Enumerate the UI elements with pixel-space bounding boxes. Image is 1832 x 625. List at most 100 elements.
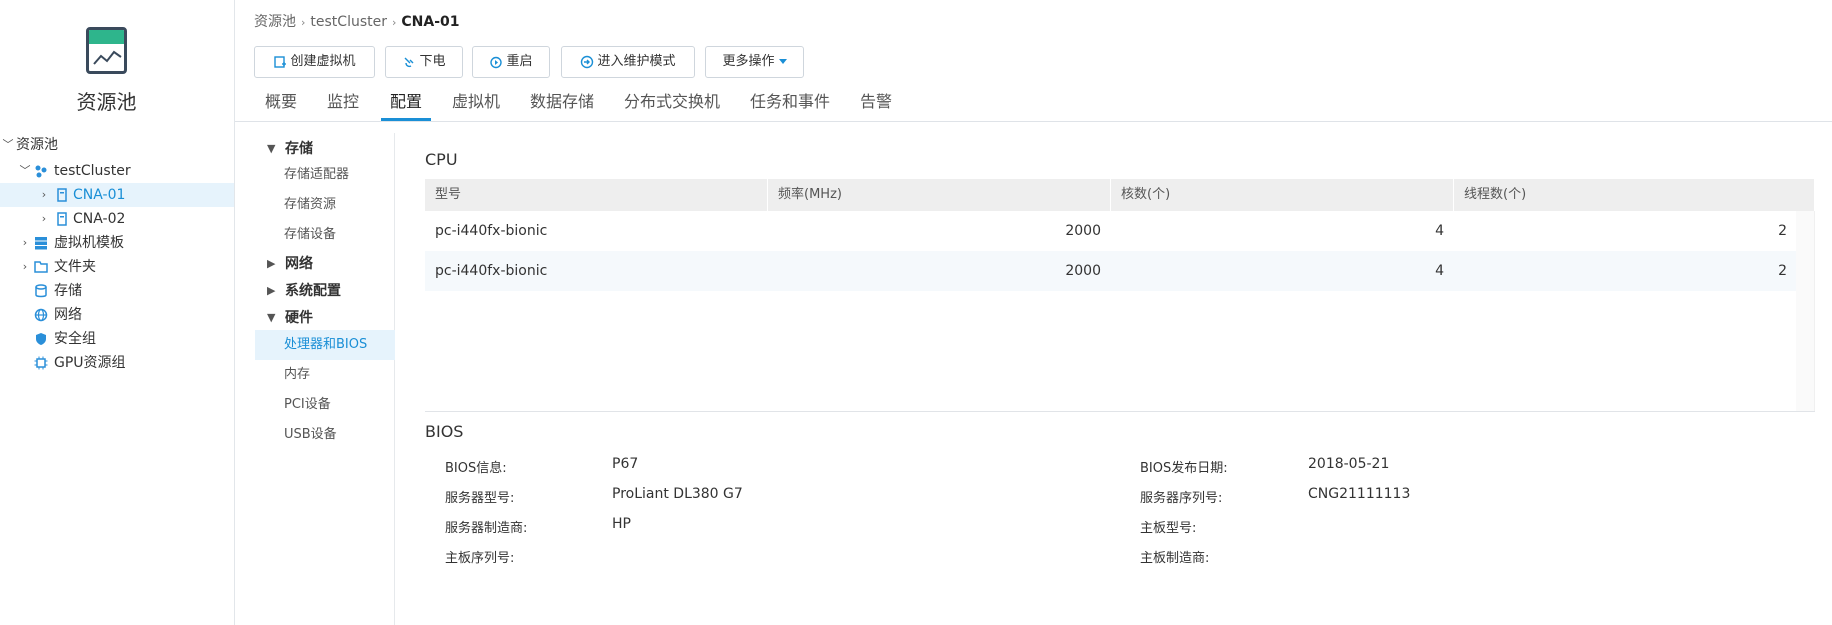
chevron-down-icon[interactable]: ﹀	[2, 133, 14, 157]
server-vendor-label: 服务器制造商:	[445, 521, 528, 536]
tab-dvswitch[interactable]: 分布式交换机	[622, 89, 722, 121]
host-icon	[57, 212, 67, 226]
subnav-item-usb[interactable]: USB设备	[255, 420, 395, 450]
breadcrumb-testcluster[interactable]: testCluster	[310, 14, 387, 30]
breadcrumb-separator-icon: ›	[301, 16, 306, 29]
board-model-label: 主板型号:	[1140, 521, 1197, 536]
tree-item-network[interactable]: 网络	[0, 303, 234, 327]
power-off-label: 下电	[419, 54, 446, 69]
table-row[interactable]: pc-i440fx-bionic 2000 4 2	[425, 251, 1797, 291]
chevron-right-icon[interactable]: ›	[38, 207, 50, 231]
subnav-group-storage[interactable]: ▼ 存储	[255, 137, 395, 161]
board-serial-label: 主板序列号:	[445, 551, 515, 566]
tab-datastores[interactable]: 数据存储	[528, 89, 596, 121]
subnav-group-label: 系统配置	[285, 283, 341, 299]
restart-label: 重启	[506, 54, 533, 69]
column-header-cores[interactable]: 核数(个)	[1111, 179, 1454, 211]
tree-item-vm-templates[interactable]: › 虚拟机模板	[0, 231, 234, 255]
storage-icon	[35, 284, 47, 298]
caret-down-icon	[778, 59, 787, 64]
restart-button[interactable]: 重启	[472, 46, 550, 78]
tab-monitor[interactable]: 监控	[326, 89, 360, 121]
column-header-frequency[interactable]: 频率(MHz)	[768, 179, 1111, 211]
tree-item-cna-01[interactable]: › CNA-01	[0, 183, 234, 207]
server-serial-value: CNG21111113	[1308, 486, 1411, 502]
triangle-right-icon[interactable]: ▶	[267, 252, 275, 276]
create-vm-label: 创建虚拟机	[290, 54, 356, 69]
subnav-item-storage-device[interactable]: 存储设备	[255, 220, 395, 250]
subnav-item-cpu-bios[interactable]: 处理器和BIOS	[255, 330, 395, 360]
bios-info-value: P67	[612, 456, 639, 472]
gpu-icon	[34, 356, 48, 370]
column-header-model[interactable]: 型号	[425, 179, 768, 211]
tree-item-testcluster[interactable]: ﹀ testCluster	[0, 159, 234, 183]
create-vm-icon	[274, 55, 287, 68]
resource-pool-sidebar: 资源池 ﹀ 资源池 ﹀ testCluster › CNA-01 › CNA-0…	[0, 0, 235, 625]
triangle-right-icon[interactable]: ▶	[267, 279, 275, 303]
cell-model: pc-i440fx-bionic	[435, 223, 548, 239]
host-icon	[57, 188, 67, 202]
subnav-item-memory[interactable]: 内存	[255, 360, 395, 390]
triangle-down-icon[interactable]: ▼	[267, 137, 275, 161]
cell-cores: 4	[1435, 263, 1444, 279]
cpu-table: 型号 频率(MHz) 核数(个) 线程数(个) pc-i440fx-bionic…	[425, 179, 1815, 411]
bios-info-label: BIOS信息:	[445, 461, 507, 476]
triangle-down-icon[interactable]: ▼	[267, 306, 275, 330]
subnav-item-storage-adapter[interactable]: 存储适配器	[255, 160, 395, 190]
config-subnav: ▼ 存储 存储适配器 存储资源 存储设备 ▶ 网络 ▶ 系统配置 ▼ 硬件 处理…	[255, 133, 395, 625]
tab-vms[interactable]: 虚拟机	[450, 89, 502, 121]
cell-threads: 2	[1778, 223, 1787, 239]
chevron-right-icon[interactable]: ›	[19, 255, 31, 279]
tree-item-gpu-group[interactable]: GPU资源组	[0, 351, 234, 375]
cpu-section-title: CPU	[425, 150, 458, 169]
tree-item-folder[interactable]: › 文件夹	[0, 255, 234, 279]
tree-item-resource-pool[interactable]: ﹀ 资源池	[0, 133, 234, 157]
tree-item-label: 虚拟机模板	[54, 235, 124, 251]
power-off-button[interactable]: 下电	[385, 46, 463, 78]
chevron-right-icon[interactable]: ›	[38, 183, 50, 207]
subnav-group-network[interactable]: ▶ 网络	[255, 252, 395, 276]
power-off-icon	[404, 57, 414, 67]
chevron-down-icon[interactable]: ﹀	[19, 159, 31, 183]
subnav-item-storage-resource[interactable]: 存储资源	[255, 190, 395, 220]
resource-pool-logo-icon	[86, 27, 127, 74]
subnav-item-pci[interactable]: PCI设备	[255, 390, 395, 420]
chevron-right-icon[interactable]: ›	[19, 231, 31, 255]
cpu-table-scrollbar[interactable]	[1796, 211, 1814, 411]
bios-date-label: BIOS发布日期:	[1140, 461, 1228, 476]
subnav-group-label: 网络	[285, 256, 313, 272]
create-vm-button[interactable]: 创建虚拟机	[254, 46, 375, 78]
config-content: CPU 型号 频率(MHz) 核数(个) 线程数(个) pc-i440fx-bi…	[405, 133, 1832, 625]
subnav-group-label: 硬件	[285, 310, 313, 326]
security-group-icon	[36, 333, 46, 345]
tree-item-security-group[interactable]: 安全组	[0, 327, 234, 351]
table-row[interactable]: pc-i440fx-bionic 2000 4 2	[425, 211, 1797, 251]
restart-icon	[490, 56, 503, 68]
tab-configuration[interactable]: 配置	[381, 89, 431, 121]
sidebar-title: 资源池	[76, 90, 137, 114]
tab-alarms[interactable]: 告警	[858, 89, 894, 121]
enter-maintenance-button[interactable]: 进入维护模式	[561, 46, 695, 78]
subnav-group-system[interactable]: ▶ 系统配置	[255, 279, 395, 303]
server-model-label: 服务器型号:	[445, 491, 515, 506]
breadcrumb-resource-pool[interactable]: 资源池	[254, 14, 296, 30]
maintenance-icon	[581, 55, 594, 68]
network-icon	[34, 308, 48, 322]
tab-tasks-events[interactable]: 任务和事件	[748, 89, 832, 121]
tree-item-cna-02[interactable]: › CNA-02	[0, 207, 234, 231]
column-header-threads[interactable]: 线程数(个)	[1454, 179, 1815, 211]
tree-item-label: 资源池	[16, 137, 58, 153]
subnav-group-hardware[interactable]: ▼ 硬件	[255, 306, 395, 330]
cell-model: pc-i440fx-bionic	[435, 263, 548, 279]
server-serial-label: 服务器序列号:	[1140, 491, 1223, 506]
tree-item-storage[interactable]: 存储	[0, 279, 234, 303]
tabs-divider	[235, 121, 1832, 122]
tab-overview[interactable]: 概要	[264, 89, 298, 121]
more-actions-dropdown[interactable]: 更多操作	[705, 46, 804, 78]
subnav-group-label: 存储	[285, 141, 313, 157]
bios-date-value: 2018-05-21	[1308, 456, 1390, 472]
breadcrumb: 资源池 › testCluster › CNA-01	[254, 12, 460, 32]
tree-item-label: CNA-01	[73, 187, 126, 203]
cell-threads: 2	[1778, 263, 1787, 279]
more-actions-label: 更多操作	[722, 54, 775, 69]
